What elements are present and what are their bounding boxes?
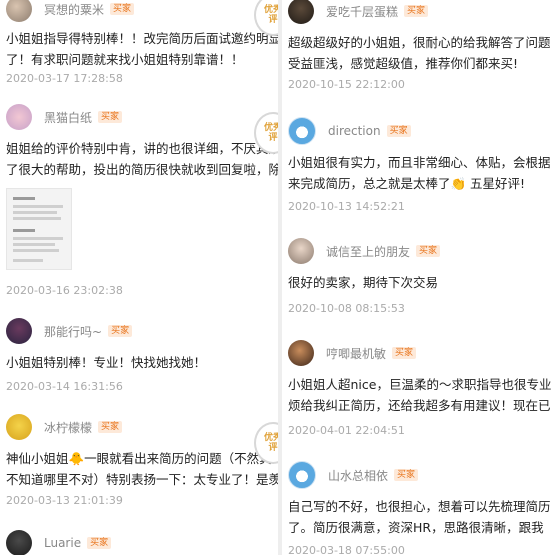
review-text-line: 小姐姐特别棒！专业！快找她找她！ [6, 355, 207, 370]
avatar[interactable] [288, 0, 314, 24]
review-username[interactable]: 哼唧最机敏 [326, 345, 386, 362]
buyer-badge: 买家 [98, 111, 123, 123]
review-date: 2020-10-08 08:15:53 [288, 302, 405, 315]
review-text-line: 小姐姐人超nice，巨温柔的～求职指导也很专业 [288, 377, 552, 392]
buyer-badge: 买家 [416, 245, 441, 257]
review-text-line: 姐姐给的评价特别中肯，讲的也很详细，不厌其烦 [6, 141, 278, 156]
avatar[interactable] [6, 0, 32, 22]
avatar[interactable] [6, 104, 32, 130]
review-item: Luarie 买家 [0, 530, 278, 555]
review-date: 2020-10-13 14:52:21 [288, 200, 405, 213]
buyer-badge: 买家 [98, 421, 123, 433]
review-text-line: 神仙小姐姐🐥一眼就看出来简历的问题（不然真的 [6, 451, 278, 466]
review-username[interactable]: 那能行吗~ [44, 323, 102, 340]
review-item: 诚信至上的朋友 买家 很好的卖家，期待下次交易 2020-10-08 08:15… [282, 238, 555, 318]
review-date: 2020-10-15 22:12:00 [288, 78, 405, 91]
review-date: 2020-03-17 17:28:58 [6, 72, 123, 85]
review-item: 黑猫白纸 买家 姐姐给的评价特别中肯，讲的也很详细，不厌其烦 了很大的帮助，投出… [0, 104, 278, 304]
review-date: 2020-03-16 23:02:38 [6, 284, 123, 297]
attached-image-thumbnail[interactable] [6, 188, 72, 270]
review-text-line: 自己写的不好，也很担心，想着可以先梳理简历 [288, 499, 551, 514]
review-text-line: 了很大的帮助，投出的简历很快就收到回复啦，除 [6, 162, 278, 177]
review-item: 冰柠檬檬 买家 神仙小姐姐🐥一眼就看出来简历的问题（不然真的 不知道哪里不对）特… [0, 414, 278, 514]
review-text-line: 烦给我纠正简历，还给我超多有用建议！现在已 [288, 398, 551, 413]
review-username[interactable]: 爱吃千层蛋糕 [326, 3, 398, 20]
review-item: direction 买家 小姐姐很有实力，而且非常细心、体贴，会根据 来完成简历… [282, 117, 555, 218]
review-date: 2020-03-14 16:31:56 [6, 380, 123, 393]
review-username[interactable]: Luarie [44, 536, 81, 550]
avatar[interactable] [288, 117, 316, 145]
review-text-line: 小姐姐很有实力，而且非常细心、体贴，会根据 [288, 155, 551, 170]
review-item: 山水总相依 买家 自己写的不好，也很担心，想着可以先梳理简历 了。简历很满意，资… [282, 461, 555, 555]
left-review-column[interactable]: 冥想的粟米 买家 小姐姐指导得特别棒！！改完简历后面试邀约明显 了！有求职问题就… [0, 0, 278, 555]
avatar[interactable] [288, 461, 316, 489]
buyer-badge: 买家 [87, 537, 112, 549]
avatar[interactable] [6, 318, 32, 344]
buyer-badge: 买家 [110, 3, 135, 15]
avatar[interactable] [6, 414, 32, 440]
review-text-line: 小姐姐指导得特别棒！！改完简历后面试邀约明显 [6, 31, 278, 46]
review-date: 2020-04-01 22:04:51 [288, 424, 405, 437]
review-item: 冥想的粟米 买家 小姐姐指导得特别棒！！改完简历后面试邀约明显 了！有求职问题就… [0, 0, 278, 90]
review-text-line: 受益匪浅，感觉超级值，推荐你们都来买! [288, 56, 519, 71]
review-username[interactable]: 诚信至上的朋友 [326, 243, 410, 260]
review-date: 2020-03-13 21:01:39 [6, 494, 123, 507]
buyer-badge: 买家 [404, 5, 429, 17]
review-text-line: 不知道哪里不对）特别表扬一下：太专业了！是羡 [6, 472, 278, 487]
buyer-badge: 买家 [386, 125, 411, 137]
right-review-column[interactable]: 爱吃千层蛋糕 买家 超级超级好的小姐姐，很耐心的给我解答了问题 受益匪浅，感觉超… [282, 0, 555, 555]
buyer-badge: 买家 [108, 325, 133, 337]
review-date: 2020-03-18 07:55:00 [288, 544, 405, 555]
review-username[interactable]: 山水总相依 [328, 467, 388, 484]
review-text-line: 很好的卖家，期待下次交易 [288, 275, 439, 290]
review-text-line: 了！有求职问题就来找小姐姐特别靠谱！！ [6, 52, 244, 67]
avatar[interactable] [288, 340, 314, 366]
avatar[interactable] [6, 530, 32, 555]
review-item: 哼唧最机敏 买家 小姐姐人超nice，巨温柔的～求职指导也很专业 烦给我纠正简历… [282, 340, 555, 440]
review-username[interactable]: 黑猫白纸 [44, 109, 92, 126]
review-text-line: 了。简历很满意，资深HR，思路很清晰，跟我 [288, 520, 544, 535]
avatar[interactable] [288, 238, 314, 264]
review-item: 那能行吗~ 买家 小姐姐特别棒！专业！快找她找她！ 2020-03-14 16:… [0, 318, 278, 398]
review-text-line: 超级超级好的小姐姐，很耐心的给我解答了问题 [288, 35, 551, 50]
buyer-badge: 买家 [394, 469, 419, 481]
review-item: 爱吃千层蛋糕 买家 超级超级好的小姐姐，很耐心的给我解答了问题 受益匪浅，感觉超… [282, 0, 555, 96]
review-username[interactable]: direction [328, 124, 381, 138]
review-username[interactable]: 冰柠檬檬 [44, 419, 92, 436]
review-text-line: 来完成简历，总之就是太棒了👏 五星好评! [288, 176, 526, 191]
review-username[interactable]: 冥想的粟米 [44, 1, 104, 18]
buyer-badge: 买家 [392, 347, 417, 359]
